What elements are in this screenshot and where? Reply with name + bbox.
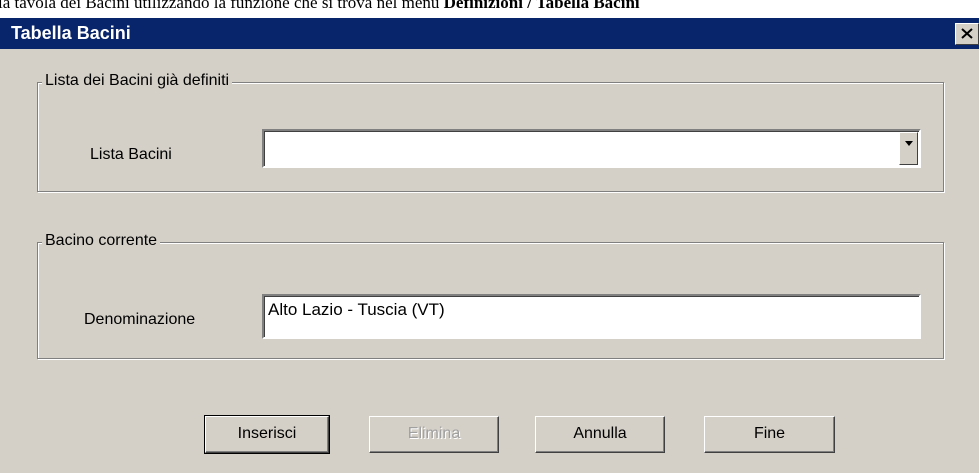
chevron-down-icon (905, 141, 913, 146)
document-text-bold: Definizioni / Tabella Bacini (443, 0, 640, 12)
denominazione-field[interactable]: Alto Lazio - Tuscia (VT) (262, 294, 921, 339)
lista-bacini-dropdown-button[interactable] (899, 132, 918, 165)
close-icon (961, 28, 973, 39)
denominazione-value: Alto Lazio - Tuscia (VT) (268, 300, 445, 319)
document-text-plain: la tavola dei Bacini utilizzando la funz… (0, 0, 444, 12)
fine-button[interactable]: Fine (704, 416, 835, 453)
bacino-corrente-legend: Bacino corrente (42, 232, 161, 250)
close-button[interactable] (955, 23, 979, 45)
denominazione-label: Denominazione (84, 311, 196, 328)
lista-bacini-label: Lista Bacini (90, 146, 172, 163)
title-bar[interactable]: Tabella Bacini (0, 18, 979, 49)
tabella-bacini-dialog: Tabella Bacini Lista dei Bacini già defi… (0, 18, 979, 473)
annulla-button[interactable]: Annulla (535, 416, 665, 453)
dialog-title: Tabella Bacini (11, 23, 131, 43)
document-text: la tavola dei Bacini utilizzando la funz… (0, 0, 979, 15)
bacini-list-legend: Lista dei Bacini già definiti (42, 72, 233, 90)
inserisci-button[interactable]: Inserisci (204, 415, 330, 454)
elimina-button[interactable]: Elimina (369, 416, 499, 453)
lista-bacini-combobox[interactable] (262, 129, 921, 168)
